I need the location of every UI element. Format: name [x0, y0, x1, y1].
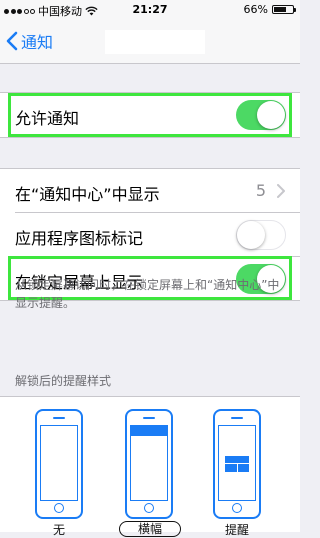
battery-percentage: 66% [243, 3, 268, 16]
back-button[interactable]: 通知 [6, 29, 53, 53]
chevron-right-icon [277, 184, 285, 198]
chevron-left-icon [6, 31, 18, 51]
alert-style-none-option[interactable] [35, 409, 83, 519]
phone-speaker-icon [231, 417, 243, 419]
show-in-center-row[interactable]: 在“通知中心”中显示 5 [0, 169, 300, 213]
alert-style-alert-label: 提醒 [224, 523, 249, 537]
badge-app-icon-row: 应用程序图标标记 [0, 213, 300, 257]
status-right: 66% [243, 3, 296, 16]
allow-notifications-row: 允许通知 [0, 93, 300, 137]
show-in-center-count: 5 [255, 181, 266, 200]
phone-screen [218, 425, 256, 501]
alert-style-chooser: 无 横幅 提醒 [0, 396, 300, 537]
phone-speaker-icon [143, 417, 155, 419]
nav-title-redacted [105, 30, 205, 54]
phone-speaker-icon [53, 417, 65, 419]
alert-style-header: 解锁后的提醒样式 [15, 374, 112, 388]
phone-screen [130, 425, 168, 501]
navigation-bar: 通知 [0, 20, 300, 64]
alert-style-banner-label: 横幅 [119, 521, 181, 537]
alert-style-none-label: 无 [52, 523, 65, 537]
lock-screen-footnote: 从锁定屏幕访问时，在锁定屏幕上和“通知中心”中显示提醒。 [15, 278, 280, 310]
home-button-icon [144, 503, 154, 513]
badge-app-icon-toggle[interactable] [236, 220, 286, 250]
banner-preview [131, 426, 167, 436]
home-button-icon [232, 503, 242, 513]
battery-icon [272, 5, 296, 14]
badge-app-icon-label: 应用程序图标标记 [15, 229, 144, 248]
allow-notifications-label: 允许通知 [15, 109, 80, 128]
alert-preview [225, 456, 249, 472]
status-bar: 中国移动 21:27 66% [0, 0, 300, 20]
alert-style-banner-option[interactable] [125, 409, 173, 519]
toggle-knob [257, 101, 285, 129]
phone-screen [40, 425, 78, 501]
alert-style-alert-option[interactable] [213, 409, 261, 519]
allow-notifications-toggle[interactable] [236, 100, 286, 130]
show-in-center-label: 在“通知中心”中显示 [15, 185, 160, 204]
toggle-knob [237, 221, 265, 249]
back-button-label: 通知 [21, 33, 54, 52]
allow-notifications-group: 允许通知 [0, 92, 300, 138]
home-button-icon [54, 503, 64, 513]
